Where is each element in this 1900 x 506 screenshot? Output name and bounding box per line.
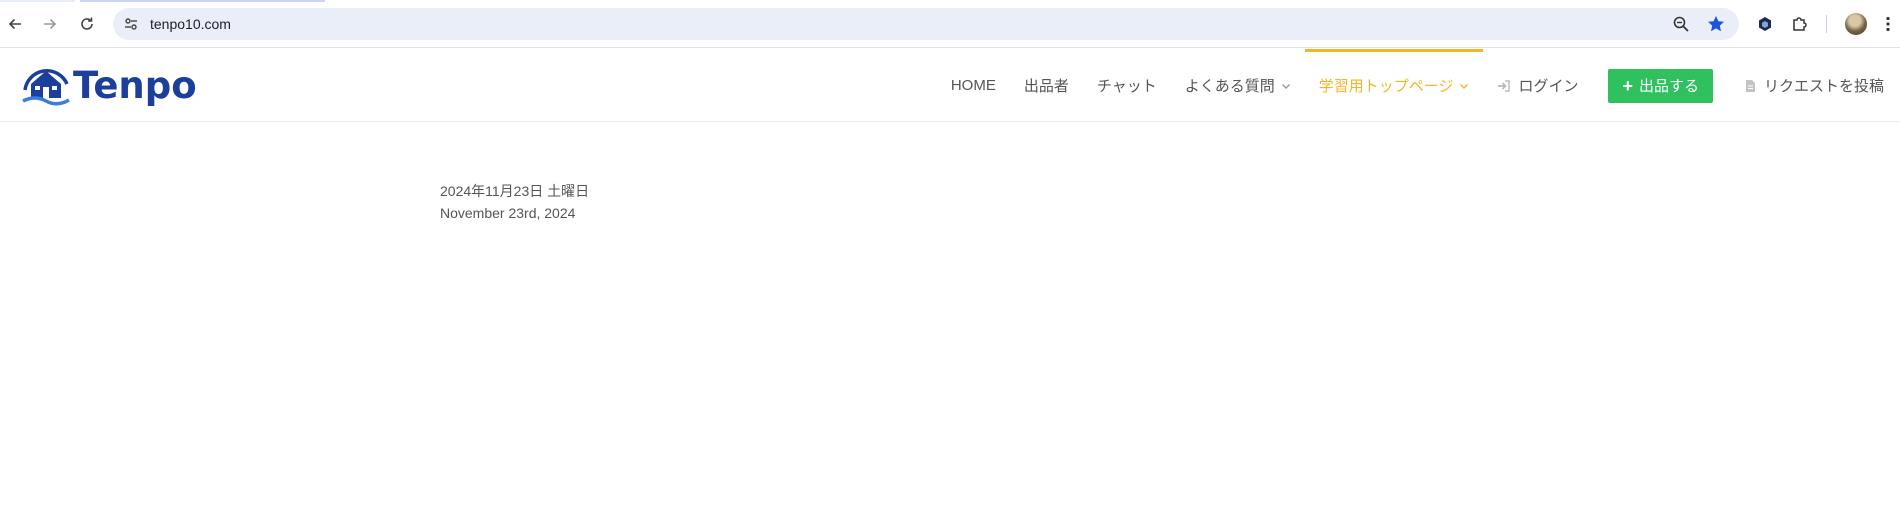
chevron-down-icon xyxy=(1460,83,1469,89)
extension-cube-button[interactable] xyxy=(1753,12,1777,36)
reload-icon xyxy=(81,17,93,30)
nav-sellers[interactable]: 出品者 xyxy=(1010,49,1083,122)
loading-bar xyxy=(80,0,325,2)
post-listing-button[interactable]: + 出品する xyxy=(1608,68,1713,103)
arrow-left-icon xyxy=(8,18,21,30)
nav-learning-label: 学習用トップページ xyxy=(1318,78,1454,95)
date-japanese: 2024年11月23日 土曜日 xyxy=(440,183,590,199)
toolbar-divider xyxy=(1826,15,1827,33)
nav-request[interactable]: リクエストを投稿 xyxy=(1729,49,1884,122)
url-text[interactable]: tenpo10.com xyxy=(150,16,231,32)
forward-button[interactable] xyxy=(38,12,62,36)
avatar[interactable] xyxy=(1845,13,1867,35)
logo-text: Tenpo xyxy=(73,63,197,107)
main-nav: HOME 出品者 チャット よくある質問 学習用トップページ ログイン + 出品… xyxy=(937,49,1884,122)
house-logo-icon xyxy=(22,69,70,106)
site-header: Tenpo HOME 出品者 チャット よくある質問 学習用トップページ ログイ… xyxy=(0,49,1900,122)
page-content: 2024年11月23日 土曜日 November 23rd, 2024 xyxy=(440,180,589,224)
document-icon xyxy=(1745,79,1755,92)
post-listing-label: 出品する xyxy=(1638,78,1699,95)
zoom-icon[interactable] xyxy=(1672,15,1690,33)
plus-icon: + xyxy=(1622,75,1633,96)
extension-cube-icon xyxy=(1759,17,1771,31)
nav-login[interactable]: ログイン xyxy=(1483,49,1592,122)
nav-learning[interactable]: 学習用トップページ xyxy=(1304,49,1484,122)
nav-sellers-label: 出品者 xyxy=(1023,78,1069,95)
back-button[interactable] xyxy=(3,12,27,36)
star-icon[interactable] xyxy=(1706,14,1726,34)
chevron-down-icon xyxy=(1281,83,1290,89)
nav-faq-label: よくある質問 xyxy=(1184,78,1275,95)
nav-login-label: ログイン xyxy=(1518,78,1579,95)
nav-home[interactable]: HOME xyxy=(937,49,1010,122)
tune-icon[interactable] xyxy=(123,16,139,32)
nav-request-label: リクエストを投稿 xyxy=(1763,78,1884,95)
nav-home-label: HOME xyxy=(950,77,996,94)
browser-menu-button[interactable] xyxy=(1880,12,1896,36)
nav-chat-label: チャット xyxy=(1096,78,1157,95)
puzzle-icon xyxy=(1793,17,1807,31)
browser-toolbar: tenpo10.com xyxy=(0,0,1900,48)
address-bar[interactable]: tenpo10.com xyxy=(113,8,1739,40)
login-icon xyxy=(1498,79,1511,92)
reload-button[interactable] xyxy=(75,12,99,36)
site-logo[interactable]: Tenpo xyxy=(21,60,197,110)
tab-indicator xyxy=(0,0,75,2)
nav-faq[interactable]: よくある質問 xyxy=(1171,49,1305,122)
kebab-menu-icon xyxy=(1886,16,1890,32)
date-english: November 23rd, 2024 xyxy=(440,205,576,221)
nav-chat[interactable]: チャット xyxy=(1083,49,1171,122)
extensions-button[interactable] xyxy=(1788,12,1812,36)
arrow-right-icon xyxy=(44,18,57,30)
